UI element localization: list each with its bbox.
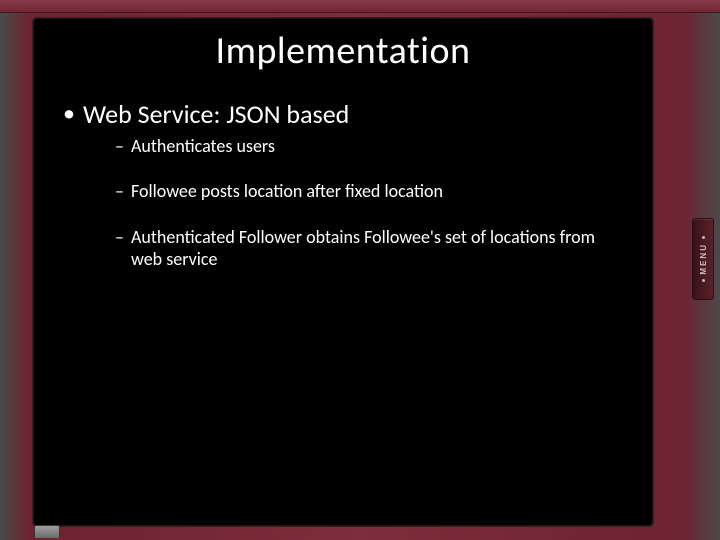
bullet-item: Web Service: JSON based Authenticates us… [63,100,629,270]
sub-bullet-text: Followee posts location after fixed loca… [131,180,443,202]
menu-button[interactable]: MENU [692,218,714,300]
menu-dot-icon [702,236,705,239]
sub-bullet-list: Authenticates users Followee posts locat… [83,136,629,270]
sub-bullet-item: Authenticated Follower obtains Followee'… [115,227,629,270]
device-side-panel: MENU [692,18,714,526]
slide-title: Implementation [57,28,629,74]
slide-content: Implementation Web Service: JSON based A… [33,18,653,526]
sub-bullet-text: Authenticates users [131,135,275,157]
bullet-list: Web Service: JSON based Authenticates us… [57,100,629,270]
bullet-text: Web Service: JSON based [83,98,349,130]
sub-bullet-item: Authenticates users [115,136,629,158]
menu-label: MENU [699,243,708,275]
device-top-bar [0,0,720,13]
menu-dot-icon [702,279,705,282]
sub-bullet-text: Authenticated Follower obtains Followee'… [131,226,595,270]
device-frame: Implementation Web Service: JSON based A… [0,0,720,540]
device-key [34,525,60,538]
sub-bullet-item: Followee posts location after fixed loca… [115,181,629,203]
